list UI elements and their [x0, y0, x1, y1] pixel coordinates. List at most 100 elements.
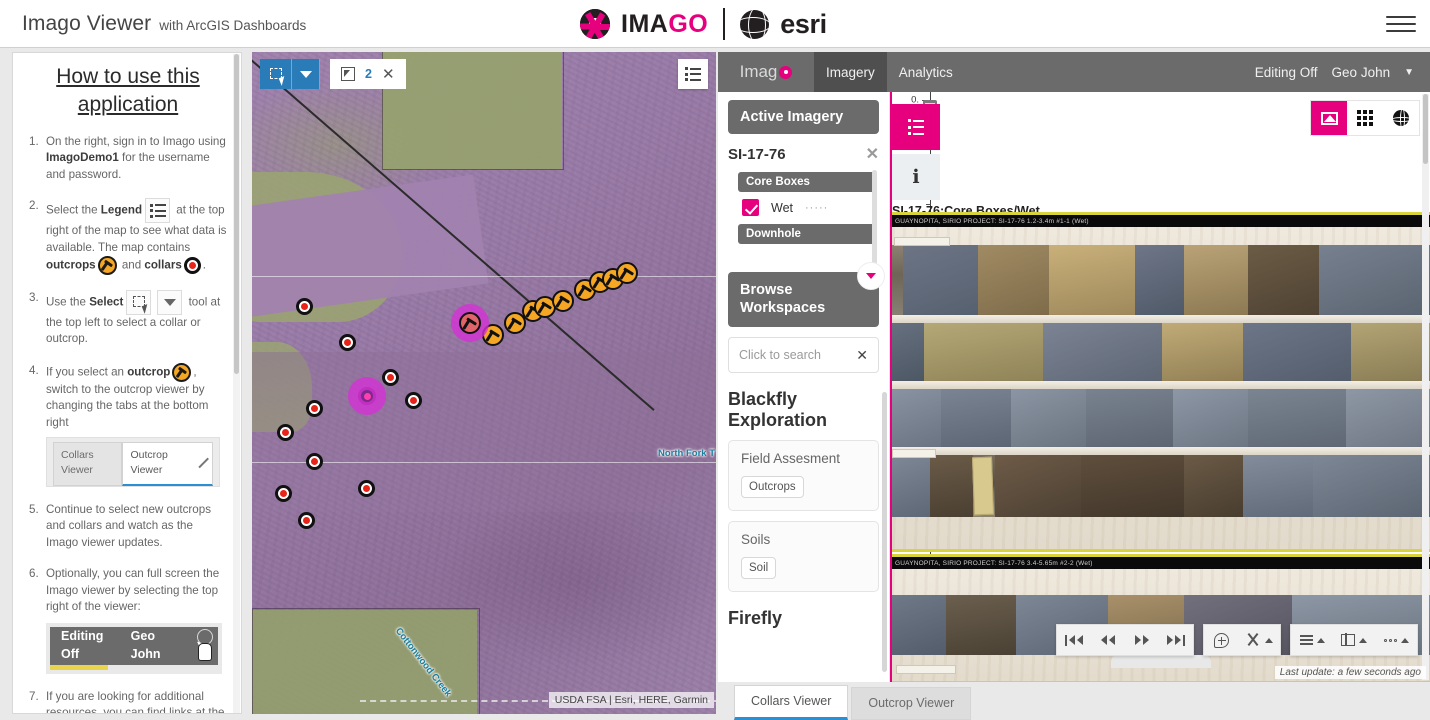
map-view[interactable]: North Fork T Cottonwood Creek 2 ✕ USDA F…	[252, 52, 716, 714]
group-core-boxes: Core Boxes	[738, 172, 876, 192]
more-options-icon[interactable]	[1375, 624, 1417, 656]
core-box-image-1[interactable]: GUAYNOPITA, SIRIO PROJECT: SI-17-76 1.2-…	[892, 212, 1430, 552]
chevron-down-icon[interactable]: ▼	[1404, 67, 1414, 78]
grid-view-icon	[1357, 110, 1373, 126]
page-subtitle: with ArcGIS Dashboards	[159, 17, 307, 33]
step-forward-icon[interactable]	[1125, 624, 1159, 656]
imagery-viewer[interactable]: 0. 10. 30. 40. 50. 60. 80. 100. ℹ SI-17-…	[890, 92, 1430, 682]
tools-icon[interactable]	[1238, 624, 1280, 656]
collar-marker[interactable]	[305, 452, 323, 470]
globe-view-button[interactable]	[1383, 101, 1419, 135]
search-input[interactable]	[739, 348, 849, 363]
grid-view-button[interactable]	[1347, 101, 1383, 135]
collar-marker[interactable]	[404, 391, 422, 409]
hamburger-menu-icon[interactable]	[1386, 10, 1416, 38]
brand-divider	[723, 8, 726, 40]
collar-marker[interactable]	[276, 423, 294, 441]
scrollbar-thumb[interactable]	[234, 54, 239, 374]
step-3-text-a: Use the	[46, 295, 90, 309]
viewer-drag-handle[interactable]	[1111, 655, 1211, 668]
workspace-card-tag[interactable]: Soil	[741, 557, 777, 580]
instruction-step-3: Use the Select tool at the top left to s…	[29, 289, 227, 348]
editing-status[interactable]: Editing Off	[1255, 65, 1318, 80]
imago-wordmark-go: GO	[668, 9, 709, 38]
collar-marker[interactable]	[295, 297, 313, 315]
step-2-bold: Legend	[100, 203, 143, 217]
viewer-scrollbar[interactable]	[1422, 94, 1429, 680]
pencil-icon	[196, 457, 205, 469]
imagery-list-button[interactable]	[892, 104, 940, 150]
wet-checkbox[interactable]	[742, 199, 759, 216]
workspace-card-soils[interactable]: Soils Soil	[728, 520, 879, 593]
skip-to-start-icon[interactable]	[1057, 624, 1091, 656]
workspace-card-title: Field Assesment	[741, 450, 841, 466]
core-row	[892, 455, 1430, 517]
esri-wordmark: esri	[780, 8, 827, 39]
collar-marker[interactable]	[338, 333, 356, 351]
map-ridge-shading	[252, 352, 716, 512]
core-box-caption: GUAYNOPITA, SIRIO PROJECT: SI-17-76 3.4-…	[892, 557, 1430, 569]
outcrop-marker-icon	[172, 362, 192, 382]
user-name[interactable]: Geo John	[1332, 65, 1391, 80]
collar-marker[interactable]	[381, 368, 399, 386]
browse-toggle-button[interactable]	[857, 262, 885, 290]
legend-dot	[907, 132, 911, 135]
instructions-scrollbar[interactable]	[233, 54, 240, 713]
active-imagery-scrollbar[interactable]	[872, 170, 877, 270]
step-5-text: Continue to select new outcrops and coll…	[46, 503, 211, 549]
outcrop-marker[interactable]	[552, 290, 574, 312]
selected-collar-marker[interactable]	[358, 387, 376, 405]
legend-dot	[149, 214, 153, 218]
legend-button[interactable]	[678, 59, 708, 89]
workspace-card-field-assesment[interactable]: Field Assesment Outcrops	[728, 439, 879, 511]
collar-marker[interactable]	[357, 479, 375, 497]
lasso-select-tool-button[interactable]	[260, 59, 292, 89]
outcrop-marker[interactable]	[616, 262, 638, 284]
chevron-down-icon	[299, 70, 312, 78]
close-icon[interactable]: ✕	[856, 347, 868, 364]
legend-dot	[149, 203, 153, 207]
tab-collars-viewer[interactable]: Collars Viewer	[734, 685, 849, 720]
layout-options-icon[interactable]	[1333, 624, 1375, 656]
list-options-icon[interactable]	[1291, 624, 1333, 656]
brand-logos: IMAGO esri	[580, 0, 827, 48]
active-hole-row: SI-17-76 ✕	[728, 144, 879, 164]
tab-outcrop-viewer[interactable]: Outcrop Viewer	[851, 687, 972, 720]
step-back-icon[interactable]	[1091, 624, 1125, 656]
single-image-icon	[1320, 111, 1338, 125]
select-tool-dropdown-button[interactable]	[292, 59, 320, 89]
selection-count-bar[interactable]: 2 ✕	[330, 59, 406, 89]
instruction-step-6: Optionally, you can full screen the Imag…	[29, 566, 227, 674]
skip-to-end-icon[interactable]	[1159, 624, 1193, 656]
wet-checkbox-row[interactable]: Wet ·····	[742, 199, 879, 216]
sidebar-scrollbar[interactable]	[882, 392, 887, 672]
add-annotation-icon[interactable]	[1204, 624, 1238, 656]
illustration-tab-collars: Collars Viewer	[53, 442, 123, 487]
workspace-search-box[interactable]: ✕	[728, 337, 879, 374]
legend-glyph-row	[907, 119, 925, 122]
single-image-view-button[interactable]	[1311, 101, 1347, 135]
legend-glyph-row	[685, 78, 701, 81]
info-icon[interactable]: ℹ	[892, 154, 940, 200]
core-box-photo[interactable]	[892, 227, 1430, 549]
instruction-step-1: On the right, sign in to Imago using Ima…	[29, 134, 227, 183]
workspace-card-tag[interactable]: Outcrops	[741, 475, 804, 498]
workspace-card-title: Soils	[741, 531, 771, 547]
collar-marker[interactable]	[305, 399, 323, 417]
step-2-bold-outcrops: outcrops	[46, 258, 96, 272]
selected-outcrop-marker[interactable]	[459, 312, 481, 334]
tab-analytics[interactable]: Analytics	[887, 52, 965, 92]
hamburger-line	[1386, 30, 1416, 32]
scrollbar-thumb[interactable]	[1423, 94, 1428, 164]
collar-marker[interactable]	[297, 511, 315, 529]
close-icon[interactable]: ✕	[866, 144, 879, 164]
collar-marker[interactable]	[274, 484, 292, 502]
browse-workspaces-heading: Browse Workspaces	[728, 262, 885, 328]
globe-view-icon	[1391, 108, 1413, 130]
core-label-sticker	[894, 237, 950, 246]
tab-imagery[interactable]: Imagery	[814, 52, 887, 92]
legend-dot	[685, 67, 688, 70]
imago-aperture-icon	[779, 65, 793, 79]
close-icon[interactable]: ✕	[382, 65, 395, 83]
step-2-text-a: Select the	[46, 203, 101, 217]
